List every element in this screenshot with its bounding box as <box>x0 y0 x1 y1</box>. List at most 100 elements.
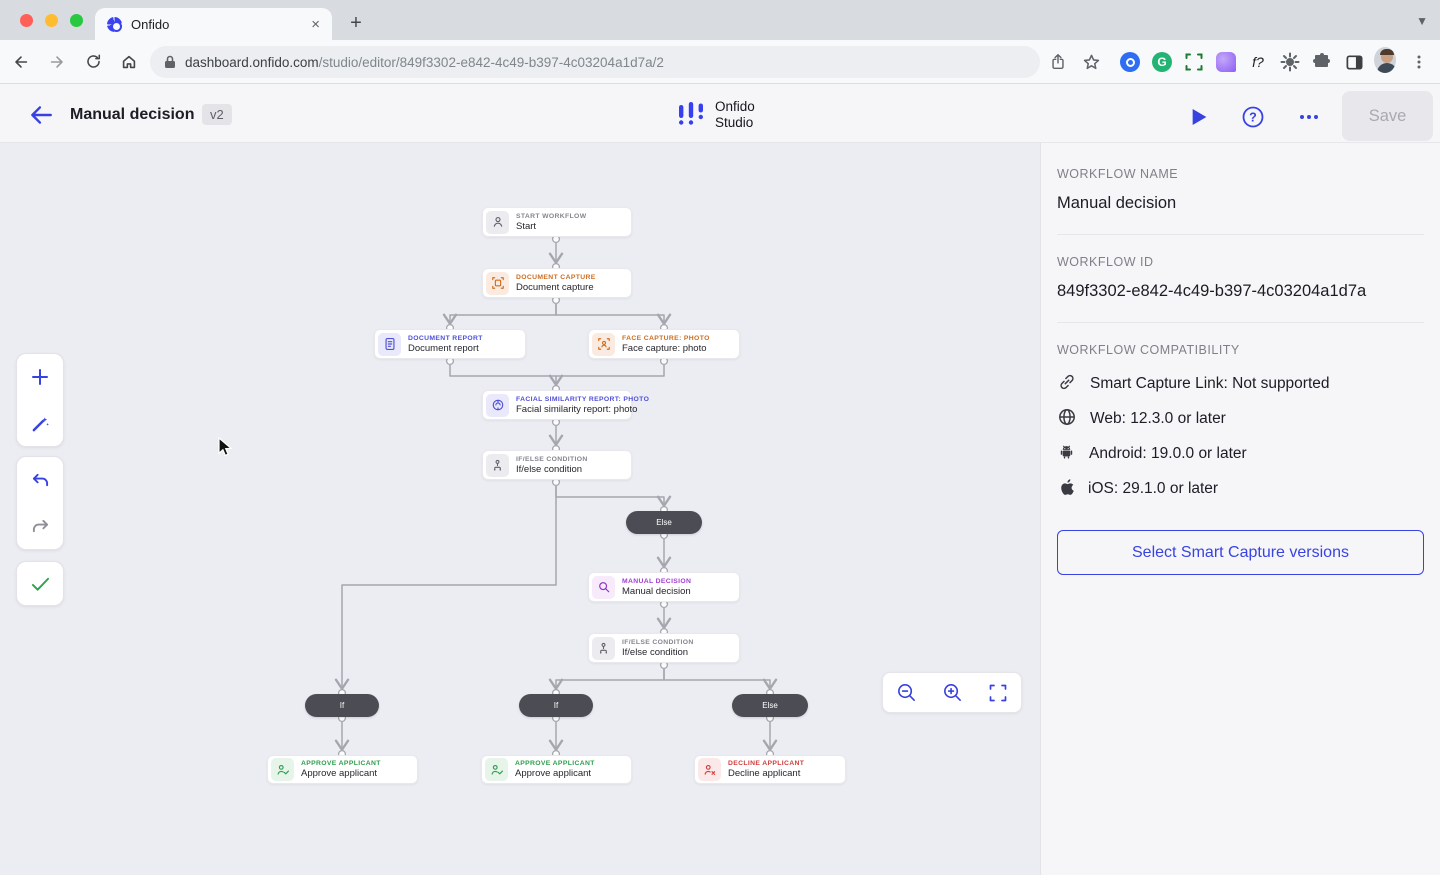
zoom-in-button[interactable] <box>937 678 967 708</box>
node-title: Face capture: photo <box>622 343 710 354</box>
doc-scan-icon <box>486 272 509 295</box>
tab-close-icon[interactable]: × <box>311 16 320 33</box>
mouse-cursor <box>218 437 236 457</box>
user-icon <box>486 211 509 234</box>
settings-sun-extension-icon[interactable] <box>1279 51 1301 73</box>
android-icon <box>1057 442 1076 466</box>
face-scan-icon <box>592 333 615 356</box>
lock-icon <box>164 55 176 69</box>
tab-search-chevron-icon[interactable]: ▼ <box>1416 14 1428 28</box>
select-smart-capture-versions-button[interactable]: Select Smart Capture versions <box>1057 530 1424 575</box>
node-manual-decision[interactable]: MANUAL DECISIONManual decision <box>588 572 740 602</box>
studio-logo-icon <box>678 101 704 129</box>
minimize-window-button[interactable] <box>45 14 58 27</box>
node-document-report[interactable]: DOCUMENT REPORTDocument report <box>374 329 526 359</box>
node-type-label: APPROVE APPLICANT <box>301 760 381 767</box>
url-path: /studio/editor/849f3302-e842-4c49-b397-4… <box>319 55 664 70</box>
history-tools-card <box>16 456 64 550</box>
user-check-icon <box>271 758 294 781</box>
node-type-label: MANUAL DECISION <box>622 578 691 585</box>
bookmark-star-icon[interactable] <box>1079 50 1103 74</box>
validation-check-icon[interactable] <box>16 562 64 605</box>
node-tools-card <box>16 353 64 447</box>
validate-card <box>16 561 64 606</box>
similarity-icon <box>486 394 509 417</box>
redo-button[interactable] <box>16 503 64 549</box>
more-options-icon[interactable] <box>1296 104 1322 130</box>
branch-pill-else-top[interactable]: Else <box>626 511 702 534</box>
node-decline[interactable]: DECLINE APPLICANTDecline applicant <box>694 755 846 784</box>
node-facial-similarity[interactable]: FACIAL SIMILARITY REPORT: PHOTOFacial si… <box>482 390 632 420</box>
node-title: If/else condition <box>622 647 694 658</box>
workflow-compatibility-label: WORKFLOW COMPATIBILITY <box>1057 343 1424 357</box>
onepassword-extension-icon[interactable] <box>1119 51 1141 73</box>
forward-nav-icon[interactable] <box>42 47 72 77</box>
share-icon[interactable] <box>1046 50 1070 74</box>
zoom-out-button[interactable] <box>891 678 921 708</box>
svg-text:?: ? <box>1249 111 1257 125</box>
add-node-button[interactable] <box>16 354 64 400</box>
workflow-id-value: 849f3302-e842-4c49-b397-4c03204a1d7a <box>1057 282 1424 301</box>
compatibility-text: Android: 19.0.0 or later <box>1089 445 1247 463</box>
node-type-label: IF/ELSE CONDITION <box>622 639 694 646</box>
back-nav-icon[interactable] <box>6 47 36 77</box>
node-title: Start <box>516 221 586 232</box>
divider <box>1057 234 1424 235</box>
node-title: If/else condition <box>516 464 588 475</box>
workflow-title: Manual decision <box>70 106 194 124</box>
node-face-capture[interactable]: FACE CAPTURE: PHOTOFace capture: photo <box>588 329 740 359</box>
run-workflow-play-icon[interactable] <box>1186 104 1212 130</box>
grammarly-extension-icon[interactable]: G <box>1151 51 1173 73</box>
side-panel-icon[interactable] <box>1343 51 1365 73</box>
save-button[interactable]: Save <box>1342 91 1433 141</box>
undo-button[interactable] <box>16 457 64 503</box>
profile-avatar[interactable] <box>1374 49 1396 71</box>
user-x-icon <box>698 758 721 781</box>
node-start[interactable]: START WORKFLOWStart <box>482 207 632 237</box>
magic-wand-button[interactable] <box>16 400 64 446</box>
node-title: Manual decision <box>622 586 691 597</box>
canvas-zoom-controls <box>882 672 1022 713</box>
home-icon[interactable] <box>114 47 144 77</box>
fonts-extension-icon[interactable]: f? <box>1247 51 1269 73</box>
help-icon[interactable]: ? <box>1240 104 1266 130</box>
workflow-details-panel: WORKFLOW NAME Manual decision WORKFLOW I… <box>1041 143 1440 875</box>
node-title: Approve applicant <box>515 768 595 779</box>
address-bar[interactable]: dashboard.onfido.com/studio/editor/849f3… <box>150 46 1040 78</box>
node-if-else-1[interactable]: IF/ELSE CONDITIONIf/else condition <box>482 450 632 480</box>
node-type-label: START WORKFLOW <box>516 213 586 220</box>
browser-tab[interactable]: Onfido × <box>95 8 332 40</box>
branch-pill-if-left[interactable]: If <box>305 694 379 717</box>
purple-extension-icon[interactable] <box>1215 51 1237 73</box>
globe-icon <box>1057 407 1077 432</box>
node-title: Facial similarity report: photo <box>516 404 631 415</box>
apple-icon <box>1057 477 1075 501</box>
back-button[interactable] <box>28 103 56 129</box>
reload-icon[interactable] <box>78 47 108 77</box>
compatibility-text: Web: 12.3.0 or later <box>1090 410 1226 428</box>
node-approve-mid[interactable]: APPROVE APPLICANTApprove applicant <box>481 755 632 784</box>
screen-capture-extension-icon[interactable] <box>1183 51 1205 73</box>
new-tab-button[interactable]: + <box>344 12 368 35</box>
compatibility-row: Android: 19.0.0 or later <box>1057 443 1424 465</box>
node-document-capture[interactable]: DOCUMENT CAPTUREDocument capture <box>482 268 632 298</box>
node-if-else-2[interactable]: IF/ELSE CONDITIONIf/else condition <box>588 633 740 663</box>
branch-icon <box>592 637 615 660</box>
close-window-button[interactable] <box>20 14 33 27</box>
node-approve-left[interactable]: APPROVE APPLICANTApprove applicant <box>267 755 418 784</box>
report-icon <box>378 333 401 356</box>
browser-menu-dots-icon[interactable] <box>1408 51 1430 73</box>
compatibility-text: Smart Capture Link: Not supported <box>1090 375 1330 393</box>
workflow-id-label: WORKFLOW ID <box>1057 255 1424 269</box>
onfido-favicon <box>107 17 122 32</box>
node-title: Approve applicant <box>301 768 381 779</box>
branch-pill-if-mid[interactable]: If <box>519 694 593 717</box>
compatibility-row: Web: 12.3.0 or later <box>1057 408 1424 430</box>
branch-pill-else-right[interactable]: Else <box>732 694 808 717</box>
workflow-name-value: Manual decision <box>1057 194 1424 213</box>
extensions-puzzle-icon[interactable] <box>1311 51 1333 73</box>
node-type-label: DOCUMENT CAPTURE <box>516 274 596 281</box>
fit-view-button[interactable] <box>983 678 1013 708</box>
workflow-canvas[interactable]: START WORKFLOWStart DOCUMENT CAPTUREDocum… <box>0 143 1041 875</box>
maximize-window-button[interactable] <box>70 14 83 27</box>
